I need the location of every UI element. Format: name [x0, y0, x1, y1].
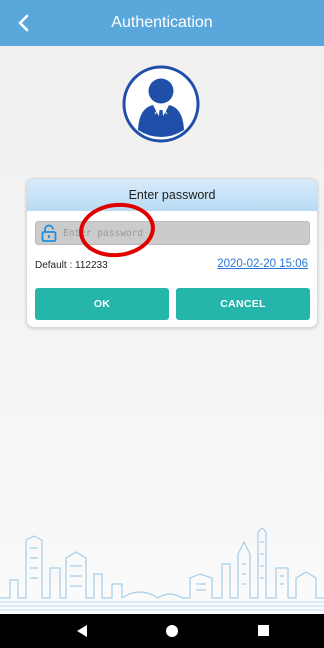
- app-header: Authentication: [0, 0, 324, 46]
- password-field[interactable]: [35, 221, 310, 245]
- recent-square-icon[interactable]: [258, 625, 269, 636]
- ok-button[interactable]: OK: [35, 288, 169, 320]
- home-circle-icon[interactable]: [166, 625, 178, 637]
- date-link[interactable]: 2020-02-20 15:06: [217, 258, 308, 270]
- default-password-hint: Default : 112233: [35, 260, 108, 271]
- dialog-title: Enter password: [27, 179, 317, 211]
- password-dialog: Enter password Default : 112233 2020-02-…: [26, 178, 318, 328]
- back-triangle-icon[interactable]: [76, 625, 88, 637]
- lock-icon: [41, 224, 57, 242]
- cancel-button[interactable]: CANCEL: [176, 288, 310, 320]
- city-skyline-illustration: [0, 528, 324, 611]
- page-title: Authentication: [111, 14, 213, 31]
- system-nav-bar: [0, 614, 324, 648]
- businessman-icon: [122, 65, 200, 143]
